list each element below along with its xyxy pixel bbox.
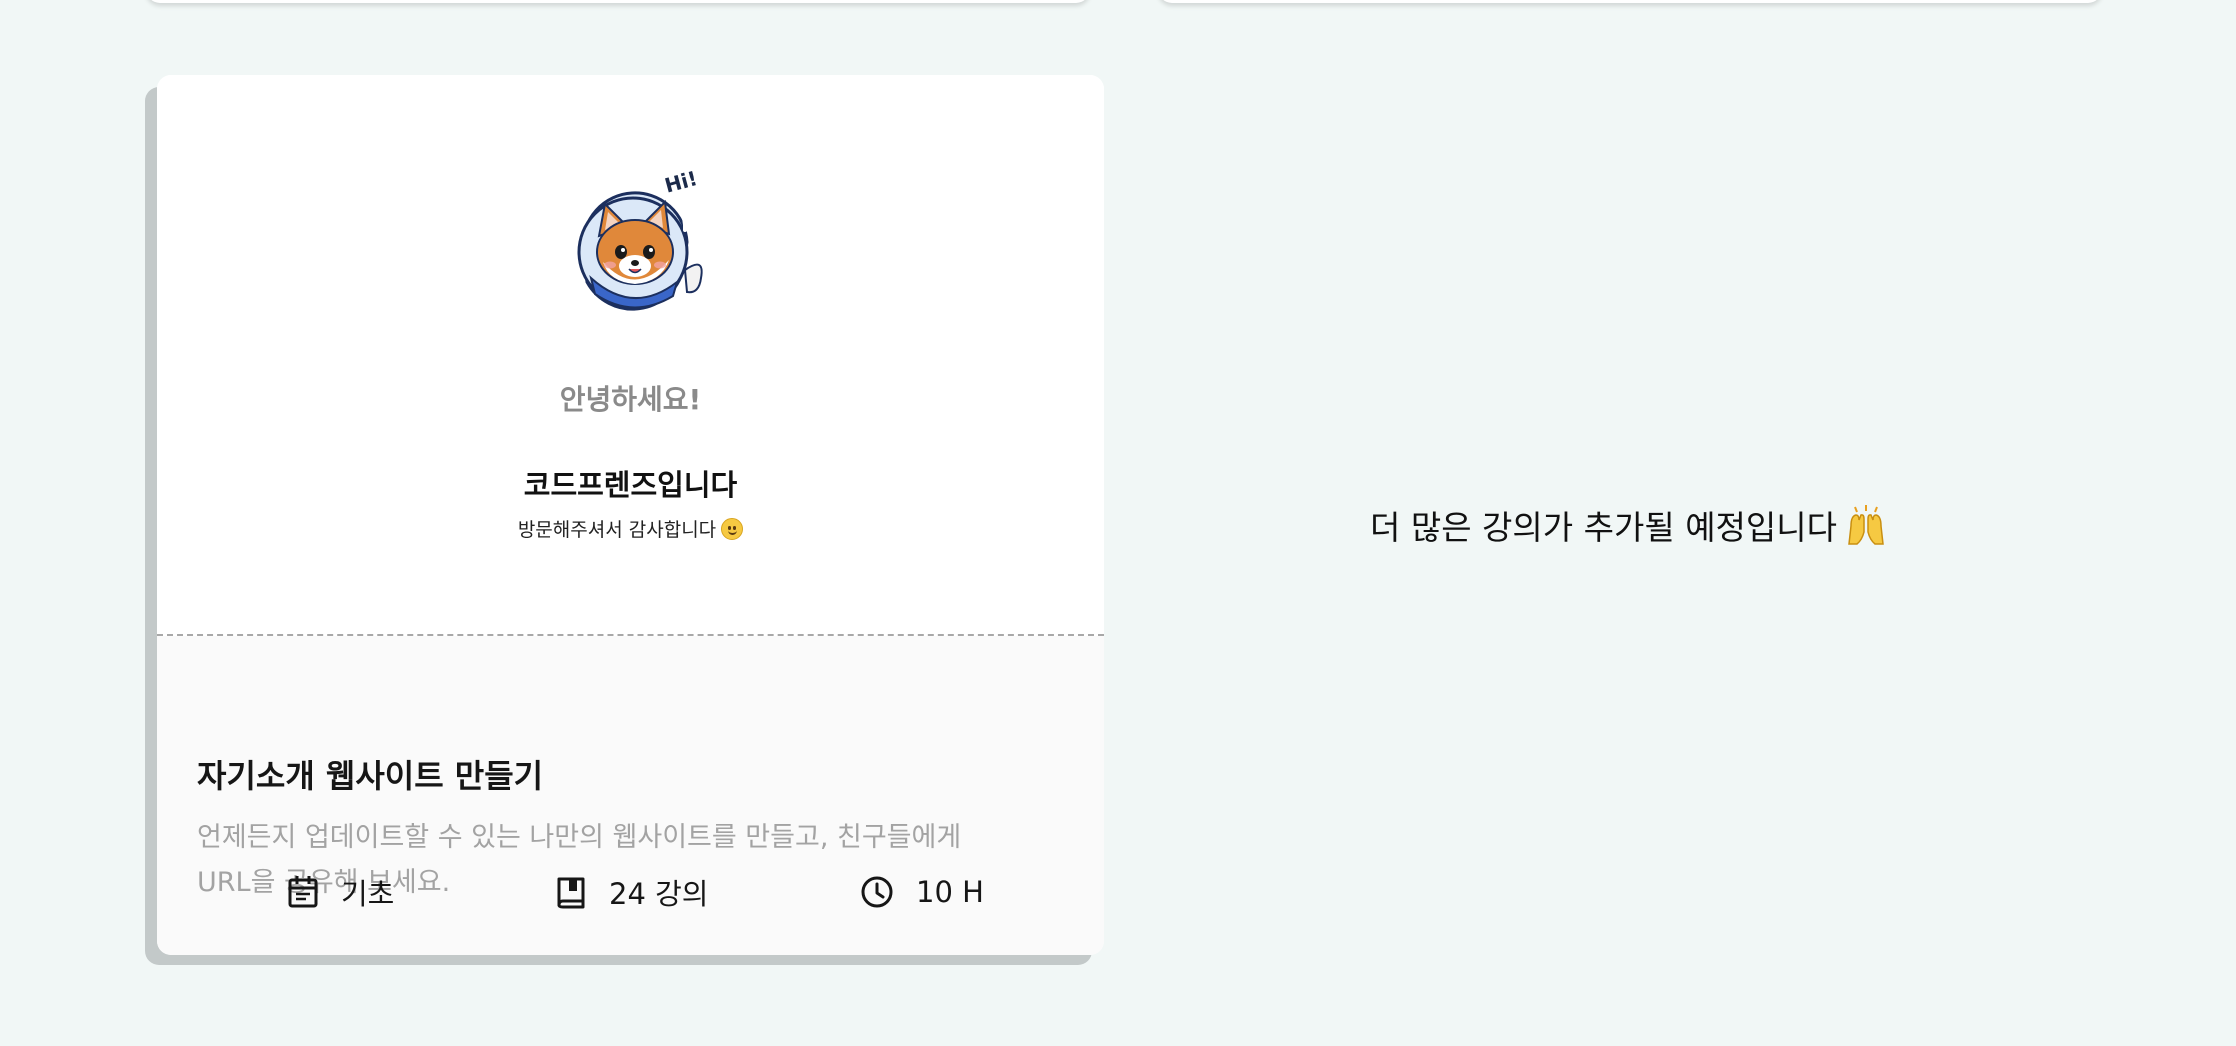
clock-icon [861,876,893,908]
previous-course-card-bottom-edge[interactable] [146,0,1090,3]
thanks-text: 방문해주셔서 감사합니다 [157,515,1104,542]
course-level-label: 기초 [341,877,395,911]
greeting-text: 안녕하세요! [559,383,702,416]
course-duration: 10 H [860,862,984,922]
course-lecture-count: 24 강의 [555,862,708,922]
course-preview: Hi! 안녕하세요! 코드프렌즈입니다 방문해주셔서 감사합니다 [157,75,1104,636]
brand-title: 코드프렌즈입니다 [523,468,738,502]
course-card-wrapper: Hi! 안녕하세요! 코드프렌즈입니다 방문해주셔서 감사합니다 자기소개 웹사… [145,75,1105,967]
course-duration-label: 10 H [916,875,984,909]
book-icon [557,877,585,909]
course-meta: 기초 24 강의 10 H [157,862,1104,922]
course-lecture-count-label: 24 강의 [609,877,709,911]
raised-hands-emoji-icon [1848,505,1884,545]
mascot-hi-text: Hi! [662,170,700,198]
course-title: 자기소개 웹사이트 만들기 [197,757,544,795]
shiba-astronaut-mascot-icon: Hi! [577,170,703,311]
course-card[interactable]: Hi! 안녕하세요! 코드프렌즈입니다 방문해주셔서 감사합니다 자기소개 웹사… [157,75,1104,955]
calendar-icon [288,876,318,908]
coming-soon-text: 더 많은 강의가 추가될 예정입니다 [1370,508,1837,547]
smile-emoji-icon [721,518,744,540]
thanks-label: 방문해주셔서 감사합니다 [517,519,717,541]
previous-course-card-bottom-edge[interactable] [1158,0,2102,3]
course-level: 기초 [287,862,394,922]
coming-soon-message: 더 많은 강의가 추가될 예정입니다 [1370,502,1887,548]
